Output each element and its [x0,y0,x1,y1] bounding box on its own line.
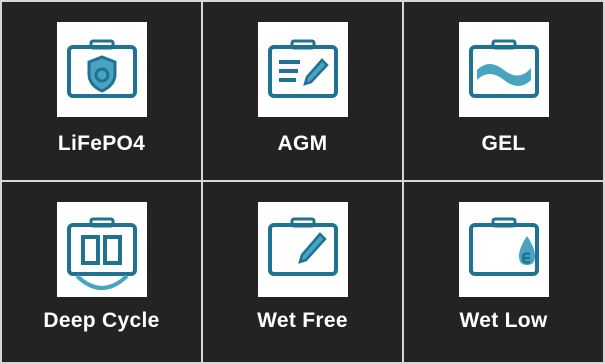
battery-label: LiFePO4 [57,132,146,155]
battery-option-wet-low[interactable]: Wet Low [404,182,603,362]
battery-deep-cycle-icon [56,202,147,297]
battery-option-deep-cycle[interactable]: Deep Cycle [2,182,203,362]
battery-label: Wet Free [257,309,348,332]
battery-label: GEL [481,132,526,155]
battery-label: Deep Cycle [43,309,160,332]
battery-label: Wet Low [459,309,548,332]
battery-option-gel[interactable]: GEL [404,2,603,182]
battery-shield-icon [56,22,147,117]
battery-option-lifepo4[interactable]: LiFePO4 [2,2,203,182]
battery-drop-icon [458,202,549,297]
battery-wave-icon [458,22,549,117]
battery-option-wet-free[interactable]: Wet Free [203,182,404,362]
battery-option-agm[interactable]: AGM [203,2,404,182]
battery-type-grid: LiFePO4 AGM GEL Deep Cycle Wet Free Wet … [0,0,605,364]
battery-pen-lines-icon [257,22,348,117]
battery-label: AGM [277,132,328,155]
battery-pen-icon [257,202,348,297]
